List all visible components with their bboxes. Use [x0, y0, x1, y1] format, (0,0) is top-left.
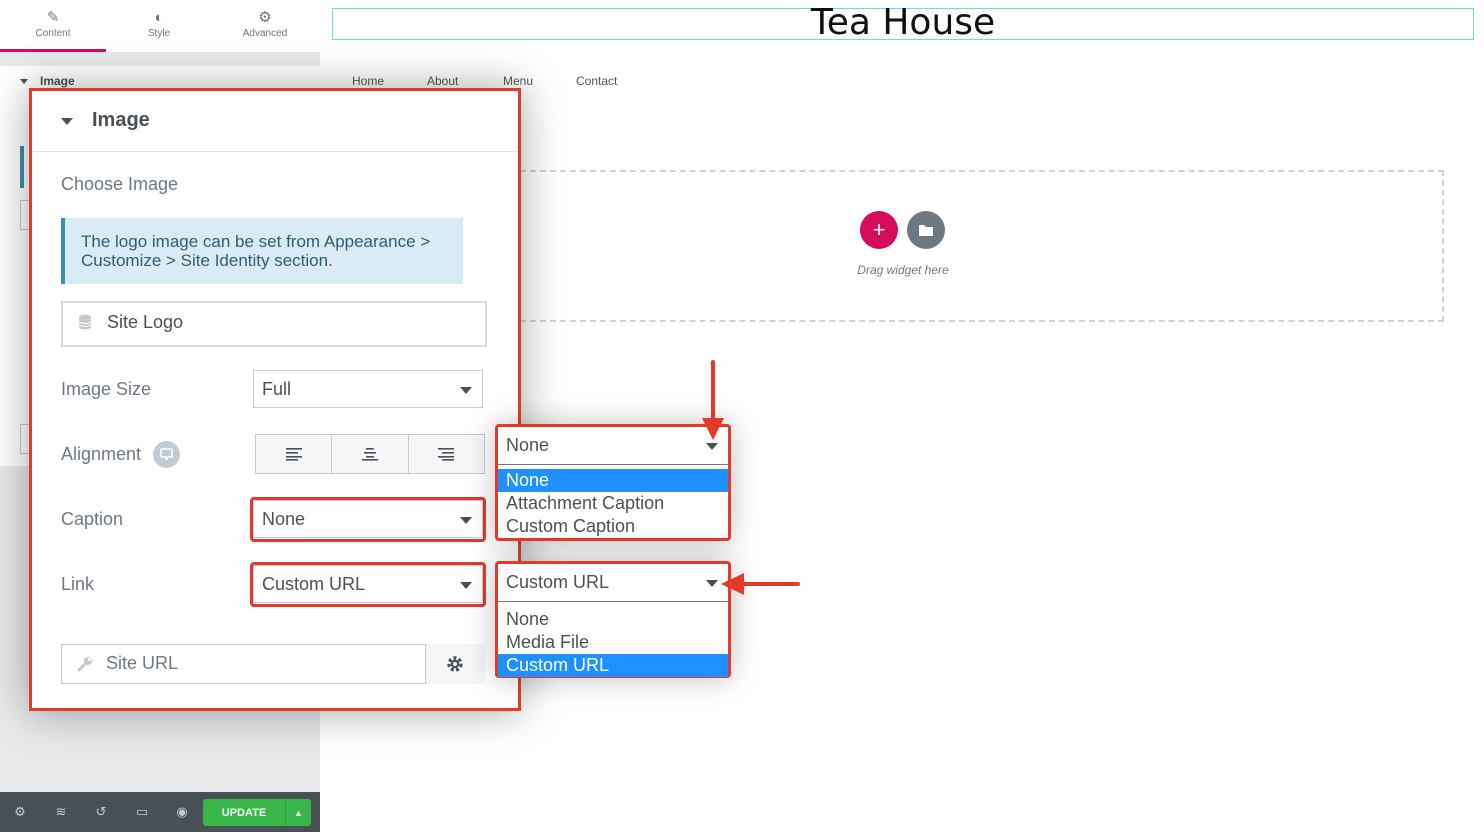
- align-right-button[interactable]: [409, 435, 484, 473]
- align-right-icon: [438, 448, 455, 461]
- preview-eye-icon[interactable]: ◉: [174, 804, 190, 820]
- folder-icon: [919, 225, 933, 236]
- site-logo-text: Site Logo: [107, 312, 184, 332]
- chevron-down-icon: [706, 443, 718, 450]
- add-template-button[interactable]: [907, 211, 945, 249]
- drop-zone[interactable]: [520, 170, 1444, 322]
- align-left-button[interactable]: [256, 435, 333, 473]
- drag-hint: Drag widget here: [857, 263, 949, 277]
- align-center-button[interactable]: [332, 435, 409, 473]
- panel-divider: [32, 151, 518, 152]
- chevron-down-icon: [706, 580, 718, 587]
- update-button[interactable]: UPDATE: [203, 799, 285, 826]
- tab-style[interactable]: ◐ Style: [106, 0, 212, 52]
- settings-icon[interactable]: ⚙: [12, 804, 28, 820]
- alignment-group: [255, 434, 485, 474]
- responsive-icon[interactable]: ▭: [134, 804, 150, 820]
- alignment-label: Alignment: [61, 444, 142, 464]
- layers-icon[interactable]: ≋: [53, 804, 69, 820]
- image-size-select[interactable]: Full: [253, 370, 483, 408]
- nav-home[interactable]: Home: [352, 74, 384, 88]
- align-left-icon: [285, 448, 302, 461]
- site-title: Tea House: [810, 2, 996, 43]
- gear-icon: [447, 656, 463, 672]
- down-arrow-annotation: [702, 360, 724, 440]
- update-options-button[interactable]: ▲: [285, 799, 311, 826]
- caption-highlight: [250, 497, 486, 542]
- chevron-down-icon: [460, 387, 472, 394]
- tab-style-label: Style: [147, 28, 171, 39]
- url-options-button[interactable]: [425, 644, 485, 684]
- monitor-icon: [160, 448, 173, 460]
- image-size-label: Image Size: [61, 379, 152, 399]
- align-center-icon: [361, 448, 378, 461]
- caption-dropdown-value: None: [506, 435, 550, 455]
- tab-active-indicator: [0, 49, 106, 52]
- nav-about[interactable]: About: [427, 74, 458, 88]
- link-option-custom-url[interactable]: Custom URL: [498, 654, 728, 677]
- caption-label: Caption: [61, 509, 124, 529]
- half-circle-icon: ◐: [154, 9, 164, 26]
- database-icon: [78, 314, 92, 330]
- caption-option-custom[interactable]: Custom Caption: [498, 515, 728, 538]
- section-caret-icon: [20, 79, 28, 84]
- caption-option-attachment[interactable]: Attachment Caption: [498, 492, 728, 515]
- link-highlight: [250, 562, 486, 607]
- gear-icon: ⚙: [258, 9, 272, 26]
- image-size-value: Full: [262, 379, 292, 399]
- wrench-icon: [77, 657, 92, 672]
- link-dropdown-head[interactable]: Custom URL: [498, 564, 728, 602]
- choose-image-label: Choose Image: [61, 174, 179, 194]
- nav-contact[interactable]: Contact: [576, 74, 617, 88]
- caption-option-none[interactable]: None: [498, 469, 728, 492]
- responsive-device-icon[interactable]: [153, 441, 180, 468]
- left-arrow-annotation: [721, 573, 800, 595]
- logo-notice-text: The logo image can be set from Appearanc…: [81, 232, 431, 270]
- add-section-button[interactable]: +: [860, 211, 898, 249]
- link-dropdown: Custom URL None Media File Custom URL: [495, 561, 731, 678]
- caption-dropdown-head[interactable]: None: [498, 427, 728, 465]
- history-icon[interactable]: ↺: [93, 804, 109, 820]
- panel-title: Image: [92, 109, 150, 131]
- nav-menu[interactable]: Menu: [503, 74, 533, 88]
- link-option-none[interactable]: None: [498, 608, 728, 631]
- collapse-caret-icon[interactable]: [61, 118, 73, 125]
- link-option-media-file[interactable]: Media File: [498, 631, 728, 654]
- editor-tabs: ✎ Content ◐ Style ⚙ Advanced: [0, 0, 320, 52]
- link-dropdown-value: Custom URL: [506, 572, 610, 592]
- site-url-text: Site URL: [106, 653, 179, 673]
- notice-stripe: [20, 146, 24, 188]
- tab-advanced[interactable]: ⚙ Advanced: [212, 0, 318, 52]
- editor-section-title: Image: [40, 74, 75, 88]
- pencil-icon: ✎: [46, 9, 60, 26]
- tab-content[interactable]: ✎ Content: [0, 0, 106, 52]
- caption-dropdown: None None Attachment Caption Custom Capt…: [495, 424, 731, 541]
- link-label: Link: [61, 574, 95, 594]
- tab-content-label: Content: [35, 28, 71, 39]
- tab-advanced-label: Advanced: [242, 28, 288, 39]
